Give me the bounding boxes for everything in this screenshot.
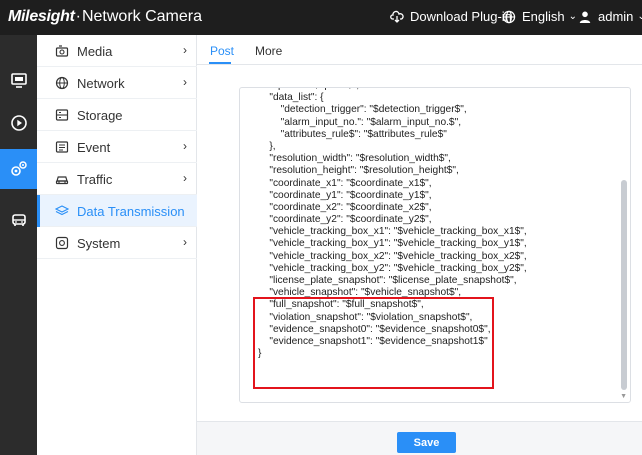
post-content-editor[interactable]: "speed": "$speed$", "data_list": { "dete… <box>239 87 631 403</box>
nav-item-label: Media <box>77 44 113 59</box>
nav-item-storage[interactable]: Storage <box>37 99 197 131</box>
rail-vehicle[interactable] <box>0 200 37 240</box>
tab-bar: Post More <box>197 35 642 65</box>
storage-icon <box>55 109 69 121</box>
nav-item-network[interactable]: Network › <box>37 67 197 99</box>
rail-live-view[interactable] <box>0 60 37 100</box>
layers-icon <box>55 205 69 216</box>
nav-item-label: Traffic <box>77 172 113 187</box>
code-content: "speed": "$speed$", "data_list": { "dete… <box>240 88 618 360</box>
code-line: "resolution_height": "$resolution_height… <box>258 165 459 177</box>
chevron-down-icon: ⌄ <box>568 11 578 22</box>
code-line: "vehicle_snapshot": "$vehicle_snapshot$"… <box>258 287 462 299</box>
chevron-right-icon: › <box>183 235 187 249</box>
chevron-right-icon: › <box>183 75 187 89</box>
brand-logo: Milesight <box>8 8 75 25</box>
nav-item-label: Data Transmission <box>77 204 185 219</box>
code-line: "vehicle_tracking_box_y1": "$vehicle_tra… <box>258 238 527 250</box>
code-line: "vehicle_tracking_box_y2": "$vehicle_tra… <box>258 262 527 274</box>
language-label: English <box>522 9 565 24</box>
content-panel: Post More "speed": "$speed$", "data_list… <box>197 35 642 455</box>
chevron-right-icon: › <box>183 139 187 153</box>
code-line: "coordinate_y2": "$coordinate_y2$", <box>258 214 432 226</box>
code-line: "alarm_input_no.": "$alarm_input_no.$", <box>258 116 462 128</box>
nav-item-media[interactable]: Media › <box>37 35 197 67</box>
main-nav-rail <box>0 35 37 455</box>
code-line: "coordinate_y1": "$coordinate_y1$", <box>258 189 432 201</box>
brand-product: Network Camera <box>81 8 202 25</box>
code-line: "license_plate_snapshot": "$license_plat… <box>258 275 517 286</box>
tab-more[interactable]: More <box>255 44 282 58</box>
tab-active-indicator <box>209 62 231 64</box>
code-line: "coordinate_x2": "$coordinate_x2$", <box>258 201 432 213</box>
chevron-right-icon: › <box>183 43 187 57</box>
chevron-right-icon: › <box>183 171 187 185</box>
system-icon <box>55 236 69 250</box>
code-line: "resolution_width": "$resolution_width$"… <box>258 153 451 165</box>
nav-item-event[interactable]: Event › <box>37 131 197 163</box>
rail-settings[interactable] <box>0 149 37 189</box>
code-line: "evidence_snapshot1": "$evidence_snapsho… <box>258 335 488 347</box>
code-line: }, <box>258 140 276 152</box>
chevron-down-icon: ⌄ <box>637 11 642 22</box>
settings-sub-nav: Media › Network › Storage Event › Traffi… <box>37 35 197 455</box>
playback-icon <box>10 115 27 131</box>
nav-item-label: Storage <box>77 108 123 123</box>
code-line: "vehicle_tracking_box_x1": "$vehicle_tra… <box>258 226 527 238</box>
code-line: "detection_trigger": "$detection_trigger… <box>258 104 467 116</box>
download-icon <box>390 10 404 23</box>
car-icon <box>55 176 69 185</box>
nav-item-system[interactable]: System › <box>37 227 197 259</box>
vehicle-icon <box>11 214 26 226</box>
globe-icon <box>502 10 516 23</box>
code-line: "vehicle_tracking_box_x2": "$vehicle_tra… <box>258 250 527 262</box>
user-icon <box>579 11 591 23</box>
nav-item-traffic[interactable]: Traffic › <box>37 163 197 195</box>
nav-item-label: System <box>77 236 121 251</box>
live-view-icon <box>10 73 27 88</box>
user-menu[interactable]: admin ⌄ <box>578 9 642 24</box>
nav-item-label: Event <box>77 140 111 155</box>
globe-icon <box>55 76 69 90</box>
user-label: admin <box>598 9 634 24</box>
rail-playback[interactable] <box>0 103 37 143</box>
top-bar: Milesight·Network Camera Download Plug-i… <box>0 0 642 35</box>
brand-separator: · <box>75 8 81 25</box>
scrollbar-thumb[interactable] <box>621 180 627 390</box>
settings-gears-icon <box>10 161 27 176</box>
code-line: "violation_snapshot": "$violation_snapsh… <box>258 311 473 323</box>
media-icon <box>55 45 69 57</box>
code-line: "attributes_rule$": "$attributes_rule$" <box>258 128 447 140</box>
save-button[interactable]: Save <box>397 432 456 453</box>
code-line: "evidence_snapshot0": "$evidence_snapsho… <box>258 323 491 335</box>
code-line: "full_snapshot": "$full_snapshot$", <box>258 299 424 311</box>
code-line: } <box>258 348 262 360</box>
brand: Milesight·Network Camera <box>8 8 202 26</box>
download-plugin-button[interactable]: Download Plug-in <box>390 9 512 24</box>
code-line: "coordinate_x1": "$coordinate_x1$", <box>258 177 432 189</box>
tab-post[interactable]: Post <box>210 44 234 58</box>
scroll-down-arrow-icon[interactable]: ▼ <box>620 393 627 400</box>
nav-item-data-transmission[interactable]: Data Transmission <box>37 195 197 227</box>
language-select[interactable]: English ⌄ <box>502 9 577 24</box>
code-line: "data_list": { <box>258 92 324 104</box>
nav-item-label: Network <box>77 76 125 91</box>
download-plugin-label: Download Plug-in <box>410 9 512 24</box>
event-icon <box>55 141 69 153</box>
